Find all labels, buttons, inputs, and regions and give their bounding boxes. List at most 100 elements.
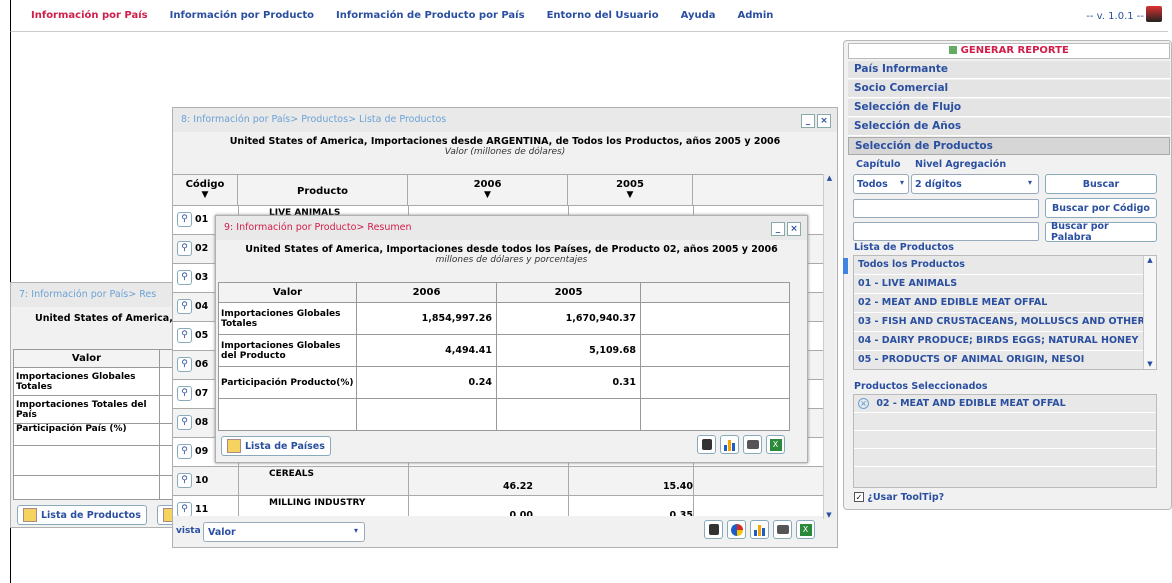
excel-icon[interactable]: X <box>796 520 815 539</box>
section-seleccion-anos[interactable]: Selección de Años <box>848 118 1170 136</box>
section-seleccion-productos[interactable]: Selección de Productos <box>848 137 1170 155</box>
close-button[interactable]: × <box>817 114 831 128</box>
product-code: 08 <box>195 417 209 428</box>
window-9-subheader: millones de dólares y porcentajes <box>435 255 588 265</box>
top-navigation-bar: Información por País Información por Pro… <box>10 0 1168 32</box>
value-2006: 0.24 <box>356 366 497 399</box>
zoom-icon[interactable]: ⚲ <box>177 502 192 516</box>
lista-productos-list: Todos los Productos 01 - LIVE ANIMALS 02 -… <box>853 255 1157 370</box>
table-row[interactable]: ⚲ 11 MILLING INDUSTRY 0.00 0.35 <box>173 496 823 516</box>
section-pais-informante[interactable]: País Informante <box>848 61 1170 79</box>
nav-entorno-usuario[interactable]: Entorno del Usuario <box>547 10 659 21</box>
window-8-scrollbar[interactable]: ▲ ▼ <box>823 174 835 519</box>
print-icon[interactable] <box>773 520 792 539</box>
lista-paises-button[interactable]: Lista de Países <box>221 436 331 456</box>
col-2006-label: 2006 <box>473 179 502 190</box>
lista-productos-button[interactable]: Lista de Productos <box>17 505 147 525</box>
col-2006-header[interactable]: 2006 ▼ <box>408 175 568 207</box>
zoom-icon[interactable]: ⚲ <box>177 299 192 314</box>
list-item[interactable]: 01 - LIVE ANIMALS <box>854 275 1144 294</box>
lista-productos-scrollbar[interactable]: ▲ ▼ <box>1143 256 1156 369</box>
generar-reporte-label: GENERAR REPORTE <box>960 45 1069 56</box>
section-socio-comercial[interactable]: Socio Comercial <box>848 80 1170 98</box>
table-row[interactable]: ⚲ 10 CEREALS 46.22 15.40 <box>173 467 823 496</box>
remove-icon[interactable]: × <box>858 398 869 409</box>
bar-chart-icon[interactable] <box>720 435 739 454</box>
sort-down-icon: ▼ <box>484 190 491 200</box>
checkbox-icon[interactable]: ✓ <box>854 492 864 502</box>
list-item[interactable]: 05 - PRODUCTS OF ANIMAL ORIGIN, NESOI <box>854 351 1144 369</box>
window-7-row-label: Participación País (%) <box>13 423 160 446</box>
tooltip-toggle[interactable]: ✓ ¿Usar ToolTip? <box>854 492 944 503</box>
list-item[interactable]: × 02 - MEAT AND EDIBLE MEAT OFFAL <box>854 395 1156 413</box>
nivel-agregacion-select[interactable]: 2 dígitos ▾ <box>911 174 1039 194</box>
productos-seleccionados-list: × 02 - MEAT AND EDIBLE MEAT OFFAL <box>853 394 1157 488</box>
product-code: 11 <box>195 504 209 515</box>
nav-info-pais[interactable]: Información por País <box>31 10 148 21</box>
value-2005: 5,109.68 <box>496 334 641 367</box>
table-icon <box>227 439 241 453</box>
value-2005: 0.35 <box>669 510 693 516</box>
product-code: 04 <box>195 301 209 312</box>
exit-icon[interactable] <box>1146 6 1162 22</box>
list-item[interactable]: 04 - DAIRY PRODUCE; BIRDS EGGS; NATURAL … <box>854 332 1144 351</box>
zoom-icon[interactable]: ⚲ <box>177 241 192 256</box>
zoom-icon[interactable]: ⚲ <box>177 357 192 372</box>
zoom-icon[interactable]: ⚲ <box>177 328 192 343</box>
close-button[interactable]: × <box>787 222 801 236</box>
scroll-down-icon[interactable]: ▼ <box>824 511 834 519</box>
table-row: Importaciones Globales del Producto 4,49… <box>218 334 790 367</box>
product-code: 09 <box>195 446 209 457</box>
buscar-button[interactable]: Buscar <box>1045 174 1157 194</box>
nav-ayuda[interactable]: Ayuda <box>681 10 716 21</box>
generar-reporte-button[interactable]: GENERAR REPORTE <box>848 43 1170 59</box>
buscar-por-codigo-button[interactable]: Buscar por Código <box>1045 198 1157 218</box>
tooltip-label: ¿Usar ToolTip? <box>867 492 945 503</box>
bar-chart-icon[interactable] <box>750 520 769 539</box>
zoom-icon[interactable]: ⚲ <box>177 415 192 430</box>
nivel-agregacion-label: Nivel Agregación <box>915 159 1007 170</box>
window-8-header: United States of America, Importaciones … <box>229 136 781 147</box>
col-producto-header[interactable]: Producto <box>238 175 408 207</box>
chevron-down-icon: ▾ <box>1027 178 1032 187</box>
excel-icon[interactable]: X <box>766 435 785 454</box>
section-seleccion-flujo[interactable]: Selección de Flujo <box>848 99 1170 117</box>
nav-admin[interactable]: Admin <box>738 10 774 21</box>
row-label: Importaciones Globales del Producto <box>218 334 357 367</box>
col-2005-label: 2005 <box>616 179 644 190</box>
list-item[interactable]: 03 - FISH AND CRUSTACEANS, MOLLUSCS AND … <box>854 313 1144 332</box>
zoom-icon[interactable]: ⚲ <box>177 270 192 285</box>
minimize-button[interactable]: _ <box>771 222 785 236</box>
window-7-resumen: 7: Información por País> Res United Stat… <box>10 282 190 528</box>
scroll-up-icon[interactable]: ▲ <box>1144 256 1156 264</box>
nav-info-producto[interactable]: Información por Producto <box>170 10 314 21</box>
row-label: Importaciones Globales Totales <box>218 302 357 335</box>
minimize-button[interactable]: _ <box>801 114 815 128</box>
col-codigo-header[interactable]: Código ▼ <box>173 175 238 207</box>
zoom-icon[interactable]: ⚲ <box>177 386 192 401</box>
collapse-handle[interactable] <box>843 258 848 274</box>
buscar-codigo-input[interactable] <box>853 199 1039 218</box>
table-row: Participación Producto(%) 0.24 0.31 <box>218 366 790 399</box>
col-2005-header: 2005 <box>496 282 641 303</box>
zoom-icon[interactable]: ⚲ <box>177 473 192 488</box>
buscar-palabra-input[interactable] <box>853 222 1039 241</box>
sort-down-icon: ▼ <box>201 190 209 200</box>
vista-select[interactable]: Valor ▾ <box>203 522 365 542</box>
capitulo-select[interactable]: Todos ▾ <box>853 174 909 194</box>
col-2005-header[interactable]: 2005 ▼ <box>568 175 693 207</box>
notebook-icon[interactable] <box>697 435 716 454</box>
nav-info-producto-pais[interactable]: Información de Producto por País <box>336 10 525 21</box>
notebook-icon[interactable] <box>704 520 723 539</box>
window-9-header: United States of America, Importaciones … <box>245 244 778 255</box>
list-item[interactable]: Todos los Productos <box>854 256 1144 275</box>
list-item[interactable]: 02 - MEAT AND EDIBLE MEAT OFFAL <box>854 294 1144 313</box>
print-icon[interactable] <box>743 435 762 454</box>
scroll-down-icon[interactable]: ▼ <box>1144 360 1156 368</box>
zoom-icon[interactable]: ⚲ <box>177 212 192 227</box>
scroll-up-icon[interactable]: ▲ <box>824 174 835 182</box>
zoom-icon[interactable]: ⚲ <box>177 444 192 459</box>
pie-chart-icon[interactable] <box>727 520 746 539</box>
product-code: 03 <box>195 272 209 283</box>
buscar-por-palabra-button[interactable]: Buscar por Palabra <box>1045 221 1157 243</box>
